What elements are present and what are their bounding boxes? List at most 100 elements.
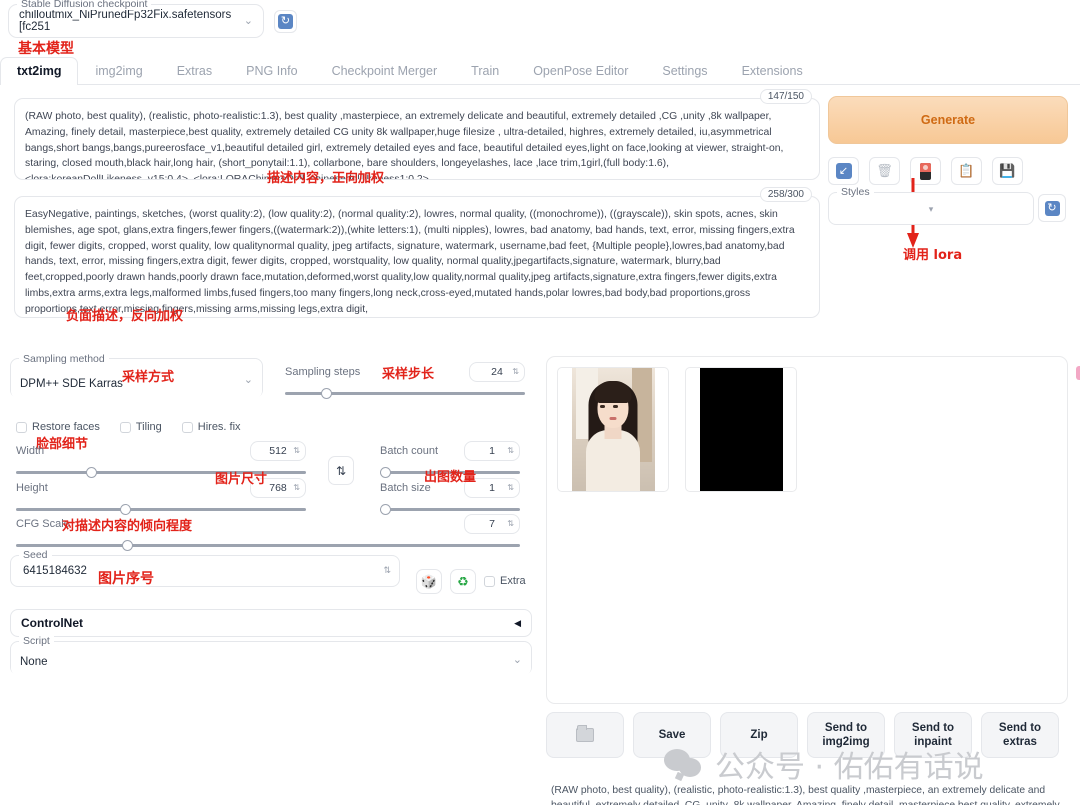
script-select[interactable]: None ⌄ <box>11 642 531 676</box>
prompt-tool-buttons: ↙ 🗑 📋 💾 <box>828 157 1023 185</box>
refresh-icon: ↻ <box>1044 200 1060 216</box>
tab-txt2img[interactable]: txt2img <box>0 57 79 85</box>
batch-size-value[interactable]: 1 ⇅ <box>464 478 520 498</box>
slider-track <box>380 508 520 511</box>
seed-fieldset: Seed 6415184632 ⇅ <box>10 549 400 587</box>
slider-track <box>380 471 520 474</box>
batch-size-slider[interactable] <box>380 504 520 515</box>
image-eye-right <box>612 405 618 408</box>
image-lips <box>609 417 617 420</box>
negative-prompt-input[interactable]: EasyNegative, paintings, sketches, (wors… <box>14 196 820 318</box>
cfg-scale-label: CFG Scale <box>16 518 70 530</box>
slider-knob[interactable] <box>121 540 133 551</box>
tab-extras[interactable]: Extras <box>160 57 229 85</box>
slider-knob[interactable] <box>321 388 332 399</box>
seed-input[interactable]: 6415184632 <box>11 556 399 586</box>
width-slider[interactable] <box>16 467 306 478</box>
tab-png-info[interactable]: PNG Info <box>229 57 314 85</box>
checkpoint-fieldset: Stable Diffusion checkpoint chilloutmix_… <box>8 0 264 38</box>
prompt-area: 147/150 (RAW photo, best quality), (real… <box>14 89 820 180</box>
checkbox-extra-seed[interactable]: Extra <box>484 575 526 587</box>
sampling-steps-slider[interactable] <box>285 388 525 399</box>
gallery-item-black[interactable] <box>685 367 797 492</box>
batch-count-slider[interactable] <box>380 467 520 478</box>
checkpoint-value: chilloutmix_NiPrunedFp32Fix.safetensors … <box>19 8 232 33</box>
swap-dimensions-button[interactable]: ⇅ <box>328 456 354 485</box>
stepper-icon[interactable]: ⇅ <box>512 368 519 376</box>
checkbox-tiling[interactable]: Tiling <box>119 421 162 433</box>
chevron-down-icon: ⌄ <box>512 653 522 666</box>
open-folder-button[interactable] <box>546 712 624 758</box>
stepper-icon[interactable]: ⇅ <box>293 447 300 455</box>
random-seed-button[interactable]: 🎲 <box>416 569 442 594</box>
tab-settings[interactable]: Settings <box>645 57 724 85</box>
checkbox-icon <box>119 421 131 433</box>
width-number: 512 <box>269 445 287 457</box>
checkbox-icon <box>484 575 495 587</box>
stepper-icon[interactable]: ⇅ <box>507 520 514 528</box>
stepper-icon[interactable]: ⇅ <box>507 484 514 492</box>
stepper-icon[interactable]: ⇅ <box>293 484 300 492</box>
checkpoint-legend: Stable Diffusion checkpoint <box>17 0 152 10</box>
styles-refresh-button[interactable]: ↻ <box>1038 194 1066 222</box>
save-button[interactable]: Save <box>633 712 711 758</box>
width-value[interactable]: 512 ⇅ <box>250 441 306 461</box>
cfg-scale-value[interactable]: 7 ⇅ <box>464 514 520 534</box>
zip-button[interactable]: Zip <box>720 712 798 758</box>
image-dress <box>586 430 640 491</box>
image-bangs <box>594 381 632 403</box>
tab-checkpoint-merger[interactable]: Checkpoint Merger <box>315 57 455 85</box>
gallery-item-portrait[interactable] <box>557 367 669 492</box>
slider-knob[interactable] <box>380 467 391 478</box>
cfg-scale-slider[interactable] <box>16 540 520 551</box>
batch-size-row: Batch size 1 ⇅ <box>380 478 520 515</box>
styles-legend: Styles <box>837 186 874 198</box>
slider-track <box>16 508 306 511</box>
batch-size-label: Batch size <box>380 482 431 494</box>
send-to-extras-button[interactable]: Send to extras <box>981 712 1059 758</box>
tab-img2img[interactable]: img2img <box>78 57 159 85</box>
sampling-method-select[interactable]: DPM++ SDE Karras ⌄ <box>11 359 262 399</box>
checkbox-label: Restore faces <box>32 421 100 433</box>
folder-icon <box>576 725 594 742</box>
slider-knob[interactable] <box>85 467 97 478</box>
apply-style-button[interactable]: 📋 <box>951 157 982 185</box>
sampling-steps-number: 24 <box>491 366 503 378</box>
styles-fieldset: Styles ▾ <box>828 186 1034 225</box>
send-to-inpaint-button[interactable]: Send to inpaint <box>894 712 972 758</box>
styles-select[interactable]: ▾ <box>837 199 1025 219</box>
checkbox-icon <box>181 421 193 433</box>
stepper-icon[interactable]: ⇅ <box>383 565 391 576</box>
controlnet-accordion[interactable]: ControlNet ◀ <box>10 609 532 637</box>
clear-prompt-button[interactable]: 🗑 <box>869 157 900 185</box>
arrow-into-box-button[interactable]: ↙ <box>828 157 859 185</box>
tab-extensions[interactable]: Extensions <box>725 57 820 85</box>
cfg-scale-row: CFG Scale 7 ⇅ <box>16 514 520 551</box>
batch-count-value[interactable]: 1 ⇅ <box>464 441 520 461</box>
chevron-down-icon: ⌄ <box>243 373 253 386</box>
height-slider[interactable] <box>16 504 306 515</box>
trash-icon: 🗑 <box>876 163 893 178</box>
reuse-seed-button[interactable]: ♻ <box>450 569 476 594</box>
sampling-steps-value[interactable]: 24 ⇅ <box>469 362 525 382</box>
script-value: None <box>20 656 48 668</box>
checkpoint-refresh-button[interactable]: ↻ <box>274 9 297 33</box>
prompt-input[interactable]: (RAW photo, best quality), (realistic, p… <box>14 98 820 180</box>
sampling-steps-label: Sampling steps <box>285 366 361 378</box>
height-label: Height <box>16 482 48 494</box>
send-to-img2img-button[interactable]: Send to img2img <box>807 712 885 758</box>
output-action-buttons: Save Zip Send to img2img Send to inpaint… <box>546 712 1059 758</box>
stepper-icon[interactable]: ⇅ <box>507 447 514 455</box>
checkpoint-select[interactable]: chilloutmix_NiPrunedFp32Fix.safetensors … <box>17 7 255 34</box>
lora-card-icon <box>920 162 931 180</box>
checkbox-restore-faces[interactable]: Restore faces <box>16 421 100 433</box>
tab-train[interactable]: Train <box>454 57 516 85</box>
checkbox-hires-fix[interactable]: Hires. fix <box>181 421 241 433</box>
checkbox-icon <box>16 421 27 433</box>
edge-marker <box>1076 366 1080 380</box>
save-style-button[interactable]: 💾 <box>992 157 1023 185</box>
tab-openpose-editor[interactable]: OpenPose Editor <box>516 57 645 85</box>
height-value[interactable]: 768 ⇅ <box>250 478 306 498</box>
seed-value: 6415184632 <box>23 565 87 577</box>
generate-button[interactable]: Generate <box>828 96 1068 144</box>
